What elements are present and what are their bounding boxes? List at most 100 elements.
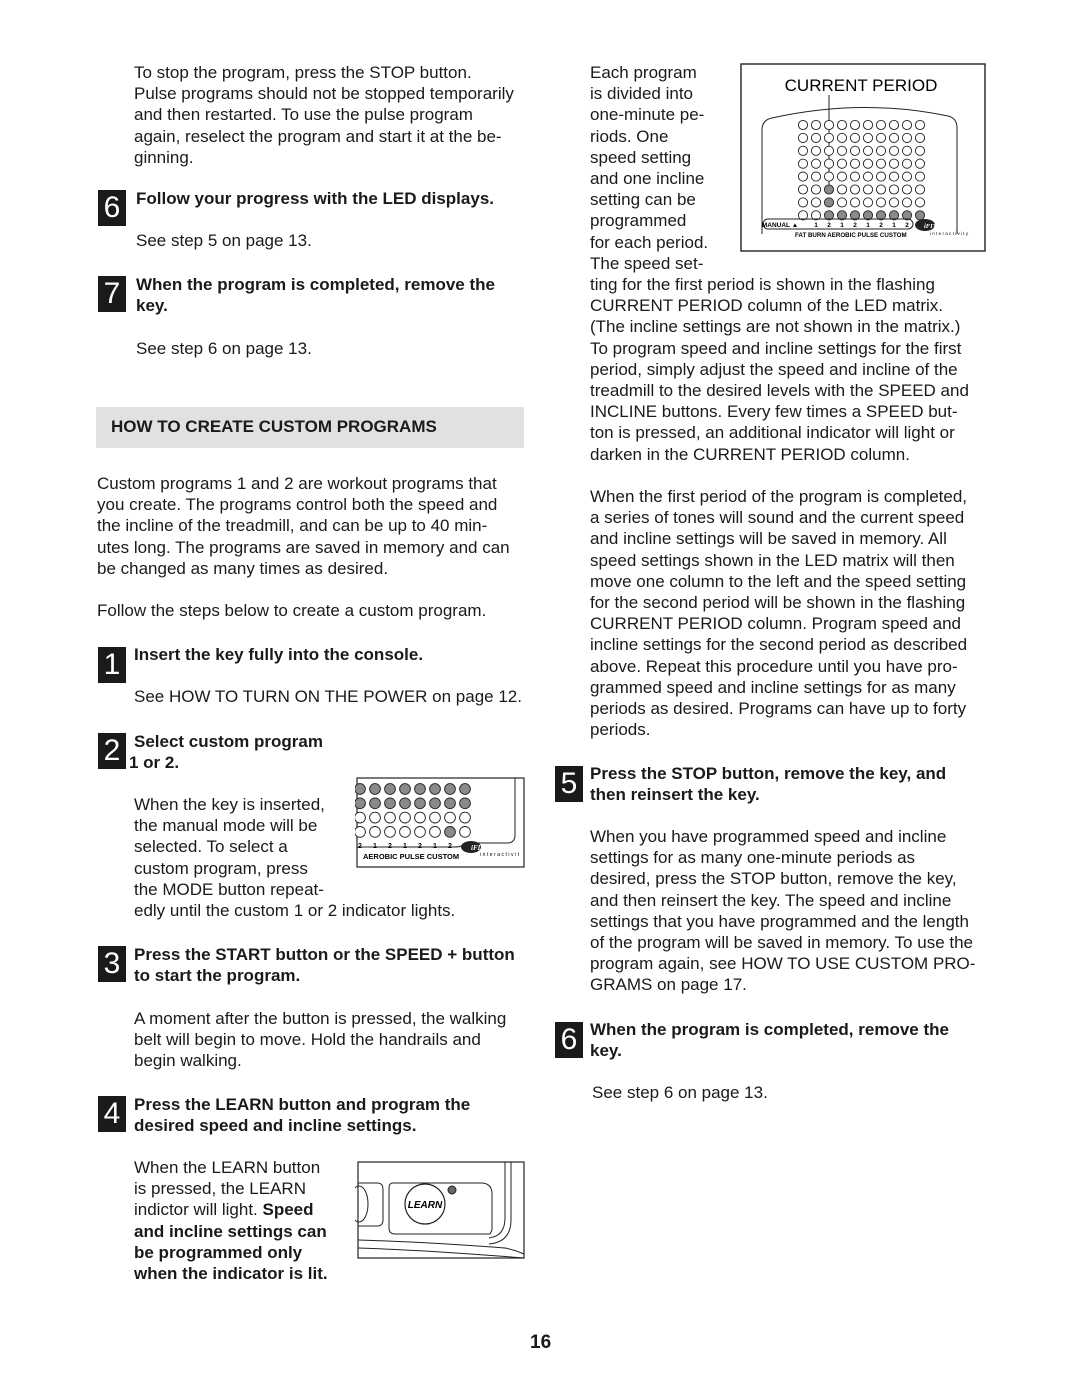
text-line: To stop the program, press the STOP butt… xyxy=(134,63,472,82)
text-line: To program speed and incline settings fo… xyxy=(590,338,962,358)
text-line: A moment after the button is pressed, th… xyxy=(134,1009,507,1028)
led-off xyxy=(797,119,809,131)
text-line: When you have programmed speed and incli… xyxy=(590,827,947,846)
text-line: Insert the key fully into the console. xyxy=(134,645,424,664)
step-5-badge: 5 xyxy=(555,766,583,802)
led-off xyxy=(797,197,809,208)
program-number-label: 1 xyxy=(373,843,377,850)
text-line: When the first period of the program is … xyxy=(590,487,968,506)
text-line: ton is pressed, an additional indicator … xyxy=(590,423,955,443)
section-title: HOW TO CREATE CUSTOM PROGRAMS xyxy=(111,417,437,436)
led-off xyxy=(888,132,900,143)
led-lit xyxy=(355,783,366,795)
text-line: Custom programs 1 and 2 are workout prog… xyxy=(97,474,497,493)
led-off xyxy=(810,119,822,131)
text-line: speed settings shown in the LED matrix w… xyxy=(590,550,955,570)
text-line: and then reinsert the key. The speed and… xyxy=(590,890,952,910)
section-intro: Custom programs 1 and 2 are workout prog… xyxy=(97,473,510,579)
step-6b-badge: 6 xyxy=(555,1022,583,1058)
step-6b-body: See step 6 on page 13. xyxy=(592,1083,768,1102)
text-line: When the program is completed, remove th… xyxy=(136,275,495,294)
step-4-body-line: is pressed, the LEARN xyxy=(134,1179,306,1199)
program-labels: FAT BURN AEROBIC PULSE CUSTOM xyxy=(795,232,907,239)
text-line: and then restarted. To use the pulse pro… xyxy=(134,105,473,125)
step-4-body-plain: indictor will light. xyxy=(134,1200,263,1220)
text-line: program again, see HOW TO USE CUSTOM PRO… xyxy=(590,954,976,974)
led-off xyxy=(901,132,913,143)
step-1-badge: 1 xyxy=(98,647,126,683)
text-line: then reinsert the key. xyxy=(590,785,760,805)
text-line: period, simply adjust the speed and incl… xyxy=(590,359,958,379)
led-off xyxy=(888,171,900,182)
text-line: belt will begin to move. Hold the handra… xyxy=(134,1030,481,1050)
text-line: when the indicator is lit. xyxy=(134,1264,328,1284)
text-line: The speed set- xyxy=(590,253,704,273)
led-off xyxy=(355,811,366,824)
section-follow: Follow the steps below to create a custo… xyxy=(97,601,487,620)
led-lit xyxy=(823,197,835,208)
led-lit xyxy=(369,783,381,795)
led-off xyxy=(901,197,913,208)
step-7-heading: When the program is completed, remove th… xyxy=(136,274,495,316)
program-number-label: 1 xyxy=(814,222,818,229)
step-7-body: See step 6 on page 13. xyxy=(136,339,312,358)
text-line: incline settings for the second period a… xyxy=(590,635,968,655)
led-off xyxy=(414,811,426,824)
led-off xyxy=(862,145,874,156)
led-off xyxy=(797,171,809,182)
text-line: be changed as many times as desired. xyxy=(97,558,389,578)
led-off xyxy=(369,811,381,824)
program-number-label: 2 xyxy=(448,843,452,850)
program-number-label: 1 xyxy=(840,222,844,229)
led-off xyxy=(810,145,822,156)
text-line: of the program will be saved in memory. … xyxy=(590,933,973,953)
program-number-label: 2 xyxy=(418,843,422,850)
led-off xyxy=(914,158,926,169)
text-line: desired speed and incline settings. xyxy=(134,1116,417,1136)
ifit-logo-text: iFIT.com xyxy=(471,844,498,852)
led-off xyxy=(875,119,887,131)
led-lit xyxy=(459,797,471,810)
text-line: grammed speed and incline settings for a… xyxy=(590,677,956,697)
text-line: edly until the custom 1 or 2 indicator l… xyxy=(134,901,456,921)
led-off xyxy=(810,197,822,208)
text-line: move one column to the left and the spee… xyxy=(590,571,967,591)
led-lit xyxy=(914,210,926,221)
led-off xyxy=(384,826,396,838)
step-4-body-line: When the LEARN button xyxy=(134,1158,321,1177)
text-line: darken in the CURRENT PERIOD column. xyxy=(590,444,910,464)
current-period-matrix-figure: CURRENT PERIOD MANUAL ▲ 1 2 1 2 1 2 1 2 FAT BURN… xyxy=(740,63,986,252)
text-line: settings for as many one-minute periods … xyxy=(590,848,916,868)
text-line: Press the STOP button, remove the key, a… xyxy=(590,764,947,783)
right-paragraph-2: When the first period of the program is … xyxy=(590,486,967,740)
led-off xyxy=(836,184,848,195)
program-number-label: 2 xyxy=(388,843,392,850)
step-7-badge: 7 xyxy=(98,276,126,312)
led-off xyxy=(901,184,913,195)
text-line: periods. xyxy=(590,720,651,740)
led-lit xyxy=(369,797,381,810)
program-number-label: 1 xyxy=(892,222,896,229)
step-2-heading-2: 1 or 2. xyxy=(129,753,180,772)
led-off xyxy=(459,811,471,824)
step-6-heading: Follow your progress with the LED displa… xyxy=(136,188,494,209)
current-period-title: CURRENT PERIOD xyxy=(785,76,938,95)
led-off xyxy=(914,132,926,143)
led-off xyxy=(849,158,861,169)
program-number-label: 1 xyxy=(403,843,407,850)
learn-button-label: LEARN xyxy=(408,1200,443,1211)
text-line: Pulse programs should not be stopped tem… xyxy=(134,84,514,104)
ifit-logo-sub: interactivity xyxy=(930,231,969,236)
program-number-label: 2 xyxy=(853,222,857,229)
led-off xyxy=(810,184,822,195)
step-3-heading: Press the START button or the SPEED + bu… xyxy=(134,944,515,986)
led-off xyxy=(914,197,926,208)
ifit-logo-sub: interactivit xyxy=(480,852,521,858)
led-off xyxy=(849,197,861,208)
led-off xyxy=(914,184,926,195)
led-off xyxy=(888,197,900,208)
text-line: (The incline settings are not shown in t… xyxy=(590,317,961,337)
text-line: INCLINE buttons. Every few times a SPEED… xyxy=(590,402,958,422)
led-off xyxy=(797,132,809,143)
text-line: to start the program. xyxy=(134,966,301,986)
